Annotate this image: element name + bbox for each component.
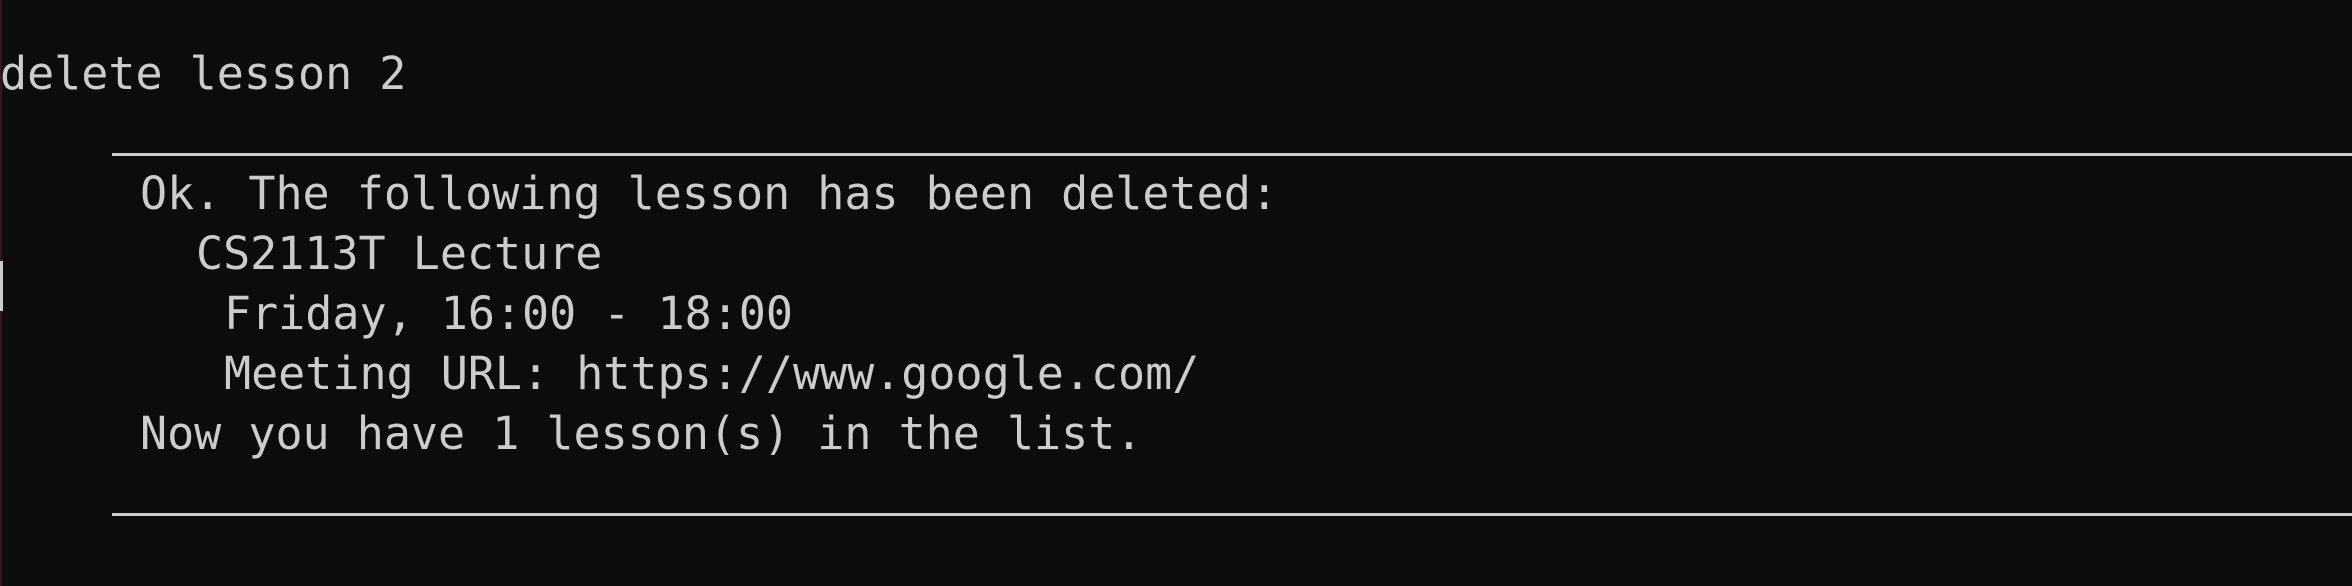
output-divider-top [112, 153, 2352, 156]
lesson-count-summary: Now you have 1 lesson(s) in the list. [140, 407, 1143, 460]
terminal-window[interactable]: delete lesson 2 Ok. The following lesson… [0, 0, 2352, 586]
output-divider-bottom [112, 513, 2352, 516]
deleted-lesson-url: Meeting URL: https://www.google.com/ [224, 347, 1200, 400]
command-input-line: delete lesson 2 [0, 47, 407, 100]
deleted-lesson-name: CS2113T Lecture [196, 227, 603, 280]
text-cursor [0, 261, 3, 311]
deleted-lesson-time: Friday, 16:00 - 18:00 [224, 287, 793, 340]
response-header: Ok. The following lesson has been delete… [140, 167, 1278, 220]
